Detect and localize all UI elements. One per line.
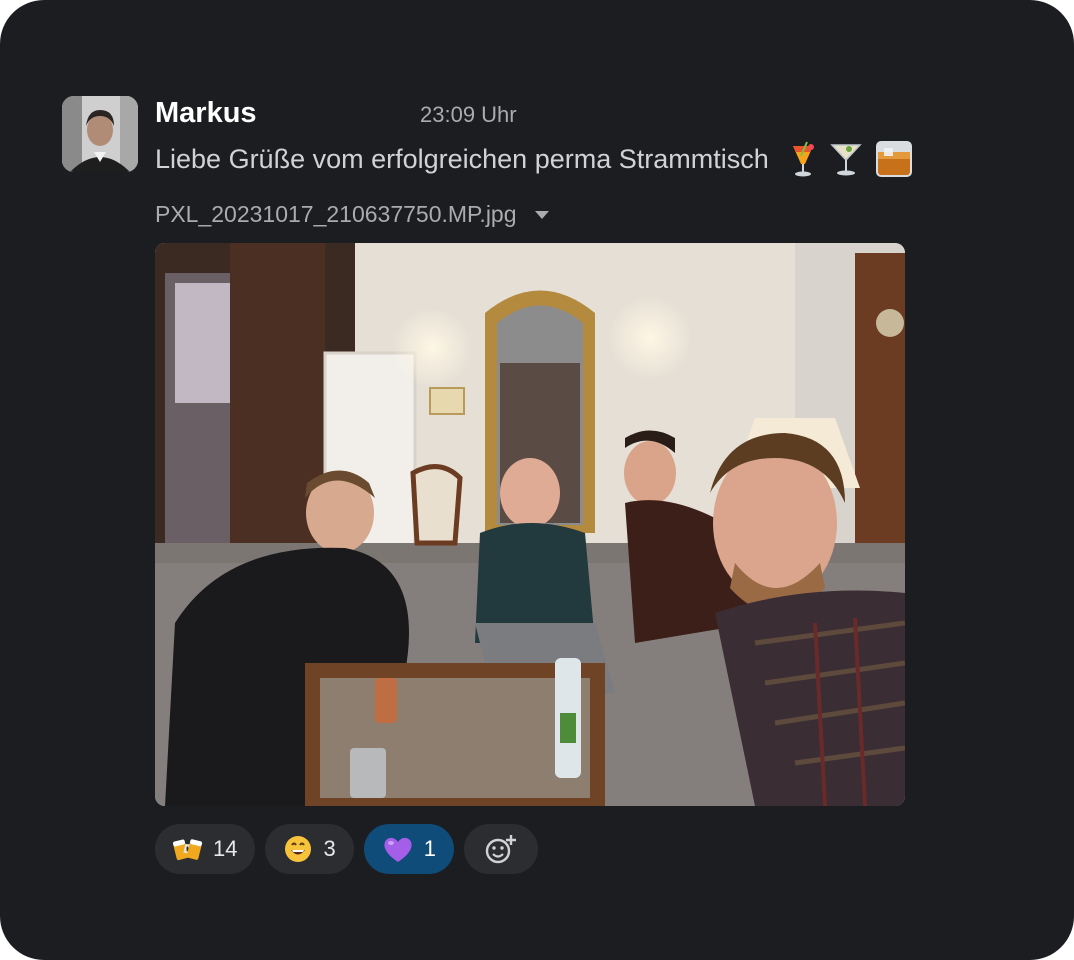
attachment-image[interactable] [155, 243, 905, 806]
tumbler-glass-icon [875, 141, 912, 177]
attachment-header[interactable]: PXL_20231017_210637750.MP.jpg [155, 198, 549, 230]
grinning-face-icon [285, 836, 312, 862]
tropical-drink-icon [792, 141, 814, 177]
message-text: Liebe Grüße vom erfolgreichen perma Stra… [155, 144, 769, 174]
timestamp[interactable]: 23:09 Uhr [420, 101, 517, 129]
purple-heart-icon [384, 837, 412, 862]
clinking-beer-mugs-icon [173, 839, 203, 861]
add-reaction-icon [485, 835, 516, 864]
reaction-purple-heart[interactable]: 1 [363, 824, 454, 874]
message-emojis [787, 138, 915, 180]
author-name[interactable]: Markus [155, 95, 257, 131]
avatar-image [62, 96, 138, 172]
reaction-count: 3 [323, 836, 336, 861]
reaction-grin[interactable]: 3 [265, 824, 354, 874]
reaction-count: 1 [423, 836, 436, 861]
reaction-bar: 14 3 1 [155, 824, 538, 874]
cocktail-glass-icon [830, 144, 862, 176]
attachment-filename[interactable]: PXL_20231017_210637750.MP.jpg [155, 198, 517, 230]
chevron-down-icon[interactable] [534, 211, 549, 219]
photo-illustration [155, 243, 905, 806]
avatar[interactable] [62, 96, 138, 172]
message-text-row: Liebe Grüße vom erfolgreichen perma Stra… [155, 138, 915, 180]
reaction-count: 14 [213, 836, 238, 861]
reaction-beers[interactable]: 14 [155, 824, 256, 874]
message-card: Markus 23:09 Uhr Liebe Grüße vom erfolgr… [0, 0, 1074, 960]
add-reaction-button[interactable] [463, 824, 538, 874]
